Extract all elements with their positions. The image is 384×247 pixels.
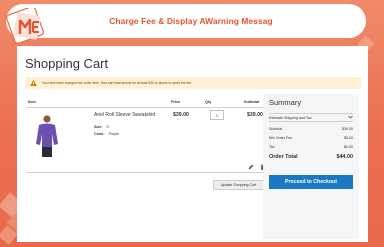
- color-value: Purple: [108, 132, 119, 136]
- product-name[interactable]: Ariel Roll Sleeve Sweatshirt: [94, 112, 155, 118]
- quantity-input[interactable]: 1: [210, 110, 224, 120]
- item-price: $39.00: [173, 112, 189, 118]
- min-order-fee-value: $5.00: [344, 136, 353, 140]
- cart-table: Item Price Qty Subtotal Ariel Roll Sleev…: [26, 96, 266, 242]
- col-header-subtotal: Subtotal: [244, 100, 260, 104]
- logo-icon: [6, 8, 44, 44]
- summary-row-subtotal: Subtotal $39.00: [269, 127, 353, 131]
- summary-row-tax: Tax $0.00: [269, 145, 353, 149]
- header-banner: Charge Fee & Display AWarning Messag: [6, 4, 366, 38]
- order-total-label: Order Total: [269, 154, 298, 160]
- product-size: Size: S: [94, 125, 109, 129]
- product-image[interactable]: [30, 114, 64, 158]
- warning-icon: [30, 79, 38, 87]
- banner-title: Charge Fee & Display AWarning Messag: [109, 16, 273, 26]
- cart-page: Shopping Cart You have been charged min …: [17, 46, 368, 242]
- page-title: Shopping Cart: [25, 56, 109, 71]
- chevron-down-icon: [348, 115, 353, 120]
- order-total-value: $44.00: [336, 154, 354, 160]
- size-label: Size:: [94, 125, 103, 129]
- subtotal-label: Subtotal: [269, 127, 283, 131]
- proceed-to-checkout-button[interactable]: Proceed to Checkout: [269, 175, 353, 189]
- order-summary: Summary Estimate Shipping and Tax Subtot…: [263, 94, 359, 239]
- summary-row-min-order-fee: Min Order Fee $5.00: [269, 136, 353, 140]
- summary-row-order-total: Order Total $44.00: [269, 154, 353, 160]
- product-color: Color: Purple: [94, 132, 119, 136]
- subtotal-value: $39.00: [342, 127, 353, 131]
- row-divider: [26, 172, 264, 173]
- edit-icon[interactable]: [248, 164, 254, 170]
- tax-value: $0.00: [344, 145, 353, 149]
- tax-label: Tax: [269, 145, 275, 149]
- item-subtotal: $39.00: [247, 112, 263, 118]
- col-header-qty: Qty: [205, 100, 212, 104]
- summary-title: Summary: [269, 98, 302, 107]
- warning-text: You have been charged min order fees. Yo…: [42, 81, 192, 85]
- min-order-fee-label: Min Order Fee: [269, 136, 293, 140]
- col-header-price: Price: [171, 100, 181, 104]
- estimate-shipping-toggle[interactable]: Estimate Shipping and Tax: [269, 113, 353, 122]
- color-label: Color:: [94, 132, 105, 136]
- warning-message: You have been charged min order fees. Yo…: [25, 77, 361, 89]
- update-cart-button[interactable]: Update Shopping Cart: [213, 180, 264, 190]
- col-header-item: Item: [28, 100, 36, 104]
- cart-table-header: Item Price Qty Subtotal: [26, 96, 264, 108]
- size-value: S: [106, 125, 109, 129]
- estimate-label: Estimate Shipping and Tax: [269, 115, 312, 120]
